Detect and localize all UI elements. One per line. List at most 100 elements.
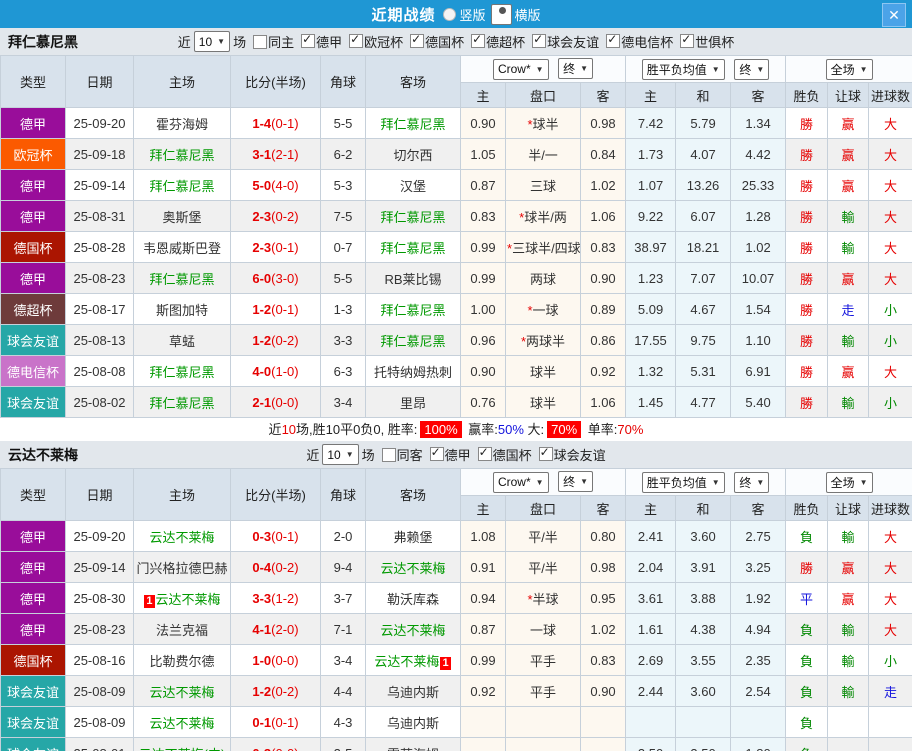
team-name-link[interactable]: 拜仁慕尼黑 bbox=[380, 334, 445, 349]
handicap-away-odds-cell bbox=[579, 737, 627, 751]
europe-away-odds-cell: 3.25 bbox=[730, 551, 787, 583]
league-filter-checkbox[interactable]: 德甲 bbox=[295, 32, 342, 51]
handicap-home-odds-cell: 0.91 bbox=[460, 551, 506, 583]
date-cell: 25-08-31 bbox=[65, 200, 134, 232]
team-name-link[interactable]: 霍芬海姆 bbox=[156, 117, 208, 132]
league-filter-checkbox[interactable]: 德电信杯 bbox=[600, 32, 673, 51]
team-name-link[interactable]: 弗赖堡 bbox=[393, 530, 432, 545]
handicap-line-cell: 平/半 bbox=[505, 551, 581, 583]
team-name-link[interactable]: 云达不莱梅 bbox=[380, 623, 445, 638]
match-count-select[interactable]: 10 bbox=[322, 444, 359, 465]
team-name-link[interactable]: 拜仁慕尼黑 bbox=[149, 396, 214, 411]
team-name-link[interactable]: 云达不莱梅 bbox=[149, 685, 214, 700]
scope-select[interactable]: 全场 bbox=[825, 471, 873, 493]
europe-away-odds-cell: 25.33 bbox=[730, 169, 787, 201]
team-name-link[interactable]: RB莱比锡 bbox=[384, 272, 441, 287]
league-label: 球会友谊 bbox=[547, 34, 600, 50]
europe-away-odds-cell bbox=[730, 706, 787, 738]
team-name-link[interactable]: 云达不莱梅 bbox=[374, 654, 439, 669]
team-name-link[interactable]: 云达不莱梅 bbox=[380, 561, 445, 576]
team-name-link[interactable]: 切尔西 bbox=[393, 148, 432, 163]
team-name-link[interactable]: 拜仁慕尼黑 bbox=[149, 272, 214, 287]
final-odds-select[interactable]: 终 bbox=[558, 471, 594, 493]
team-name-link[interactable]: 云达不莱梅 bbox=[149, 716, 214, 731]
summary-text: 单率: bbox=[584, 422, 618, 437]
team-name-link[interactable]: 韦恩威斯巴登 bbox=[143, 241, 221, 256]
team-name-link[interactable]: 霍芬海姆 bbox=[387, 747, 439, 751]
date-cell: 25-08-23 bbox=[65, 262, 134, 294]
handicap-group-header: Crow* 终 bbox=[459, 55, 627, 83]
result-cell: 勝 bbox=[785, 231, 829, 263]
home-team-cell: 法兰克福 bbox=[133, 613, 231, 645]
date-cell: 25-08-13 bbox=[65, 324, 134, 356]
away-team-cell: 拜仁慕尼黑 bbox=[365, 293, 461, 325]
europe-away-odds-cell: 1.80 bbox=[730, 737, 787, 751]
team-name-link[interactable]: 勒沃库森 bbox=[387, 592, 439, 607]
team-name-link[interactable]: 拜仁慕尼黑 bbox=[380, 117, 445, 132]
layout-radio-vertical[interactable]: 竖版 bbox=[437, 5, 486, 24]
match-row: 德国杯 25-08-16 比勒费尔德 1-0(0-0) 3-4 云达不莱梅 1 0.99 平手 0… bbox=[0, 644, 912, 676]
team-name-link[interactable]: 斯图加特 bbox=[156, 303, 208, 318]
europe-home-odds-cell: 5.09 bbox=[625, 293, 677, 325]
sub-header-ah-line: 盘口 bbox=[505, 82, 581, 108]
team-name-link[interactable]: 门兴格拉德巴赫 bbox=[136, 561, 227, 576]
same-venue-checkbox[interactable]: 同主 bbox=[247, 32, 294, 51]
league-filter-checkbox[interactable]: 球会友谊 bbox=[526, 32, 599, 51]
team-name-link[interactable]: 拜仁慕尼黑 bbox=[380, 303, 445, 318]
league-filter-checkbox[interactable]: 欧冠杯 bbox=[343, 32, 403, 51]
team-name-link[interactable]: 拜仁慕尼黑 bbox=[149, 365, 214, 380]
handicap-away-odds-cell: 1.02 bbox=[579, 169, 627, 201]
away-team-cell: 里昂 bbox=[365, 386, 461, 418]
team-name-link[interactable]: 比勒费尔德 bbox=[149, 654, 214, 669]
team-name-link[interactable]: 里昂 bbox=[400, 396, 426, 411]
team-name-link[interactable]: 拜仁慕尼黑 bbox=[149, 148, 214, 163]
league-filter-checkbox[interactable]: 德国杯 bbox=[472, 445, 532, 464]
col-header-score: 比分(半场) bbox=[230, 55, 321, 108]
europe-odds-select[interactable]: 胜平负均值 bbox=[641, 471, 725, 493]
team-name-link[interactable]: 拜仁慕尼黑 bbox=[380, 210, 445, 225]
europe-draw-odds-cell: 4.38 bbox=[675, 613, 732, 645]
result-cell: 勝 bbox=[785, 324, 829, 356]
team-name-link[interactable]: 拜仁慕尼黑 bbox=[380, 241, 445, 256]
match-count-select[interactable]: 10 bbox=[193, 31, 231, 52]
team-name-link[interactable]: 乌迪内斯 bbox=[387, 716, 439, 731]
league-filter-checkbox[interactable]: 世俱杯 bbox=[674, 32, 734, 51]
layout-radio-horizontal[interactable]: 横版 bbox=[488, 3, 541, 25]
result-cell: 勝 bbox=[785, 138, 829, 170]
bookmaker-select[interactable]: Crow* bbox=[492, 58, 549, 80]
team-name-link[interactable]: 托特纳姆热刺 bbox=[374, 365, 452, 380]
close-button[interactable] bbox=[882, 3, 906, 27]
goals-result-cell: 大 bbox=[868, 200, 912, 232]
league-filter-checkbox[interactable]: 德国杯 bbox=[404, 32, 464, 51]
final-odds-select-2[interactable]: 终 bbox=[734, 58, 770, 80]
team-name-link[interactable]: 乌迪内斯 bbox=[387, 685, 439, 700]
score-cell: 4-0(1-0) bbox=[230, 355, 321, 387]
final-odds-select[interactable]: 终 bbox=[558, 58, 594, 80]
team-name-link[interactable]: 云达不莱梅 bbox=[149, 530, 214, 545]
europe-away-odds-cell: 2.54 bbox=[730, 675, 787, 707]
team-name-link[interactable]: 汉堡 bbox=[400, 179, 426, 194]
live-line-star: * bbox=[507, 240, 513, 256]
handicap-away-odds-cell: 0.89 bbox=[579, 293, 627, 325]
team-name-link[interactable]: 草蜢 bbox=[169, 334, 195, 349]
team-name-link[interactable]: 云达不莱梅(中) bbox=[139, 747, 226, 751]
handicap-result-cell: 輸 bbox=[827, 520, 870, 552]
sub-header-ah-home: 主 bbox=[460, 82, 506, 108]
league-filter-checkbox[interactable]: 德甲 bbox=[424, 445, 471, 464]
team-name-link[interactable]: 奥斯堡 bbox=[162, 210, 201, 225]
league-filter-checkbox[interactable]: 球会友谊 bbox=[533, 445, 606, 464]
home-team-cell: 门兴格拉德巴赫 bbox=[133, 551, 231, 583]
same-venue-checkbox[interactable]: 同客 bbox=[376, 445, 423, 464]
team-name-link[interactable]: 拜仁慕尼黑 bbox=[149, 179, 214, 194]
final-odds-select-2[interactable]: 终 bbox=[734, 471, 770, 493]
europe-odds-select[interactable]: 胜平负均值 bbox=[641, 58, 725, 80]
competition-type-cell: 球会友谊 bbox=[0, 737, 66, 751]
team-name-link[interactable]: 云达不莱梅 bbox=[156, 592, 221, 607]
unit-label: 场 bbox=[233, 35, 247, 50]
scope-select[interactable]: 全场 bbox=[825, 58, 873, 80]
summary-text: 场,胜10平0负0, 胜率: bbox=[296, 422, 418, 437]
checkbox-icon bbox=[410, 32, 425, 49]
team-name-link[interactable]: 法兰克福 bbox=[156, 623, 208, 638]
bookmaker-select[interactable]: Crow* bbox=[492, 471, 549, 493]
league-filter-checkbox[interactable]: 德超杯 bbox=[465, 32, 525, 51]
